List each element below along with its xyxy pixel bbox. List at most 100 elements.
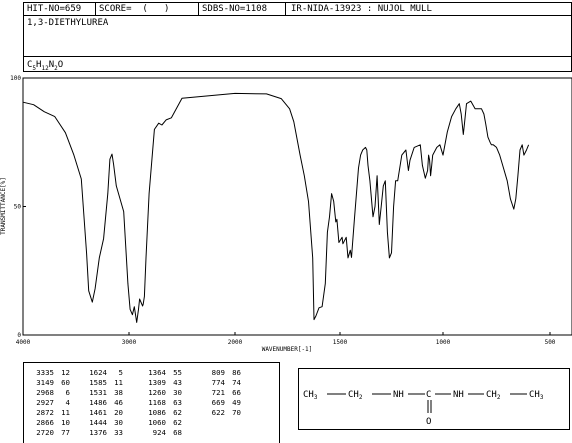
structure-ch2-right: CH2 bbox=[486, 390, 501, 401]
peak-wavenumber: 1376 bbox=[89, 428, 107, 437]
peak-entry: 3335 12 bbox=[30, 368, 70, 377]
x-axis-label: WAVENUMBER[-1] bbox=[262, 346, 313, 353]
peak-entry: 1444 30 bbox=[83, 418, 123, 427]
peak-wavenumber: 1624 bbox=[89, 368, 107, 377]
peak-transmittance: 11 bbox=[114, 378, 123, 387]
peak-entry: 1461 20 bbox=[83, 408, 123, 417]
peak-wavenumber: 924 bbox=[152, 428, 166, 437]
peak-transmittance: 12 bbox=[61, 368, 70, 377]
peak-wavenumber: 1309 bbox=[148, 378, 166, 387]
peak-entry: 2872 11 bbox=[30, 408, 70, 417]
peak-transmittance: 86 bbox=[232, 368, 241, 377]
peak-wavenumber: 669 bbox=[211, 398, 225, 407]
peak-transmittance: 6 bbox=[65, 388, 70, 397]
spectrum-line bbox=[22, 92, 530, 323]
peak-wavenumber: 3149 bbox=[36, 378, 54, 387]
structure-oxygen: O bbox=[426, 417, 431, 427]
peak-transmittance: 10 bbox=[61, 418, 70, 427]
peak-entry: 774 74 bbox=[201, 378, 241, 387]
peak-entry: 1364 55 bbox=[142, 368, 182, 377]
peak-transmittance: 43 bbox=[173, 378, 182, 387]
structure-ch3-right: CH3 bbox=[529, 390, 544, 401]
x-tick-label: 1500 bbox=[333, 339, 348, 346]
peak-wavenumber: 1461 bbox=[89, 408, 107, 417]
peak-entry: 2968 6 bbox=[30, 388, 70, 397]
spectrum-series bbox=[22, 92, 530, 323]
peak-entry: 924 68 bbox=[142, 428, 182, 437]
peak-wavenumber: 1086 bbox=[148, 408, 166, 417]
y-tick-label: 0 bbox=[17, 332, 21, 339]
peak-wavenumber: 1444 bbox=[89, 418, 107, 427]
x-axis-ticks: 4000 3000 2000 1500 1000 500 bbox=[16, 332, 556, 346]
x-tick-label: 3000 bbox=[122, 339, 137, 346]
peak-wavenumber: 1531 bbox=[89, 388, 107, 397]
x-tick-label: 500 bbox=[545, 339, 556, 346]
structure-diagram: CH3 CH2 NH C O NH CH2 CH3 bbox=[303, 390, 544, 427]
peak-transmittance: 68 bbox=[173, 428, 182, 437]
peak-entry: 1060 62 bbox=[142, 418, 182, 427]
peak-transmittance: 74 bbox=[232, 378, 241, 387]
peak-entry: 1260 30 bbox=[142, 388, 182, 397]
peak-wavenumber: 809 bbox=[211, 368, 225, 377]
plot-frame bbox=[22, 77, 572, 336]
peak-transmittance: 33 bbox=[114, 428, 123, 437]
peak-transmittance: 70 bbox=[232, 408, 241, 417]
y-axis-label: TRANSMITTANCE[%] bbox=[0, 177, 7, 235]
peak-entry: 2866 10 bbox=[30, 418, 70, 427]
peak-wavenumber: 1364 bbox=[148, 368, 166, 377]
peak-transmittance: 30 bbox=[173, 388, 182, 397]
ir-spectrum-chart: 100500 4000 3000 2000 1500 1000 500 TRANSMITT… bbox=[0, 75, 572, 353]
peak-transmittance: 4 bbox=[65, 398, 70, 407]
peak-entry: 721 66 bbox=[201, 388, 241, 397]
peak-transmittance: 11 bbox=[61, 408, 70, 417]
peak-entry: 3149 60 bbox=[30, 378, 70, 387]
peak-wavenumber: 774 bbox=[211, 378, 225, 387]
peak-wavenumber: 721 bbox=[211, 388, 225, 397]
peak-wavenumber: 2927 bbox=[36, 398, 54, 407]
peak-transmittance: 46 bbox=[114, 398, 123, 407]
peak-entry: 1086 62 bbox=[142, 408, 182, 417]
peak-transmittance: 62 bbox=[173, 418, 182, 427]
peak-entry: 1376 33 bbox=[83, 428, 123, 437]
peak-entry: 1624 5 bbox=[83, 368, 123, 377]
peak-wavenumber: 2720 bbox=[36, 428, 54, 437]
peak-transmittance: 77 bbox=[61, 428, 70, 437]
y-axis-ticks: 100 50 0 bbox=[10, 75, 26, 339]
peak-transmittance: 20 bbox=[114, 408, 123, 417]
structure-ch3-left: CH3 bbox=[303, 390, 318, 401]
peak-wavenumber: 1260 bbox=[148, 388, 166, 397]
peak-transmittance: 63 bbox=[173, 398, 182, 407]
peak-entry: 1531 38 bbox=[83, 388, 123, 397]
peak-entry: 622 70 bbox=[201, 408, 241, 417]
peak-wavenumber: 2968 bbox=[36, 388, 54, 397]
peak-wavenumber: 3335 bbox=[36, 368, 54, 377]
peak-wavenumber: 2866 bbox=[36, 418, 54, 427]
peak-entry: 1486 46 bbox=[83, 398, 123, 407]
peak-transmittance: 38 bbox=[114, 388, 123, 397]
peak-transmittance: 60 bbox=[61, 378, 70, 387]
peak-entry: 1309 43 bbox=[142, 378, 182, 387]
peak-entry: 669 49 bbox=[201, 398, 241, 407]
x-tick-label: 4000 bbox=[16, 339, 31, 346]
peak-entry: 1168 63 bbox=[142, 398, 182, 407]
peak-entry: 1585 11 bbox=[83, 378, 123, 387]
peak-wavenumber: 1585 bbox=[89, 378, 107, 387]
peak-transmittance: 66 bbox=[232, 388, 241, 397]
peak-wavenumber: 2872 bbox=[36, 408, 54, 417]
y-tick-label: 100 bbox=[10, 75, 21, 82]
peak-wavenumber: 1168 bbox=[148, 398, 166, 407]
peak-entry: 2720 77 bbox=[30, 428, 70, 437]
x-tick-label: 2000 bbox=[228, 339, 243, 346]
peak-transmittance: 49 bbox=[232, 398, 241, 407]
peak-transmittance: 5 bbox=[118, 368, 123, 377]
peak-wavenumber: 622 bbox=[211, 408, 225, 417]
peak-wavenumber: 1486 bbox=[89, 398, 107, 407]
structure-nh-right: NH bbox=[453, 390, 464, 400]
x-tick-label: 1000 bbox=[436, 339, 451, 346]
peak-entry: 2927 4 bbox=[30, 398, 70, 407]
peak-transmittance: 62 bbox=[173, 408, 182, 417]
peak-entry: 809 86 bbox=[201, 368, 241, 377]
peak-transmittance: 30 bbox=[114, 418, 123, 427]
structure-ch2-left: CH2 bbox=[348, 390, 363, 401]
peak-transmittance: 55 bbox=[173, 368, 182, 377]
